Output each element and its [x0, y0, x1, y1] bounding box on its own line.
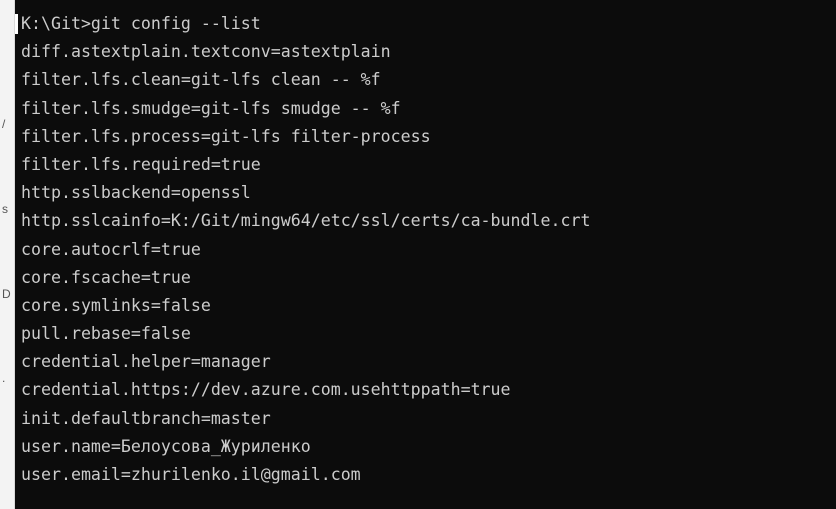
- config-line: pull.rebase=false: [21, 324, 191, 344]
- background-glyph: /: [2, 117, 6, 131]
- config-line: credential.helper=manager: [21, 352, 271, 372]
- screenshot: / s D . K:\Git>git config --list diff.ast…: [0, 0, 836, 509]
- config-line: http.sslcainfo=K:/Git/mingw64/etc/ssl/ce…: [21, 211, 591, 231]
- background-glyph: .: [2, 371, 6, 385]
- config-line: init.defaultbranch=master: [21, 408, 271, 428]
- background-glyph: D: [2, 287, 11, 301]
- console-window[interactable]: K:\Git>git config --list diff.astextplain…: [15, 0, 836, 509]
- config-line: filter.lfs.clean=git-lfs clean -- %f: [21, 70, 381, 90]
- selection-cursor: [15, 14, 18, 34]
- config-line: core.autocrlf=true: [21, 239, 201, 259]
- config-line: user.email=zhurilenko.il@gmail.com: [21, 465, 361, 484]
- command-prompt-line: K:\Git>git config --list: [21, 14, 261, 33]
- config-line: filter.lfs.required=true: [21, 154, 261, 174]
- config-line: http.sslbackend=openssl: [21, 183, 251, 203]
- config-line: diff.astextplain.textconv=astextplain: [21, 42, 391, 62]
- config-line: credential.https://dev.azure.com.usehttp…: [21, 380, 511, 400]
- config-line: filter.lfs.smudge=git-lfs smudge -- %f: [21, 98, 401, 118]
- terminal-output[interactable]: K:\Git>git config --list diff.astextplain…: [15, 0, 836, 489]
- config-line: core.fscache=true: [21, 267, 191, 287]
- background-window-edge: / s D .: [0, 0, 15, 509]
- background-glyph: s: [2, 202, 8, 216]
- config-line: core.symlinks=false: [21, 295, 211, 315]
- config-line: filter.lfs.process=git-lfs filter-proces…: [21, 126, 431, 146]
- config-line: user.name=Белоусова_Журиленко: [21, 436, 311, 456]
